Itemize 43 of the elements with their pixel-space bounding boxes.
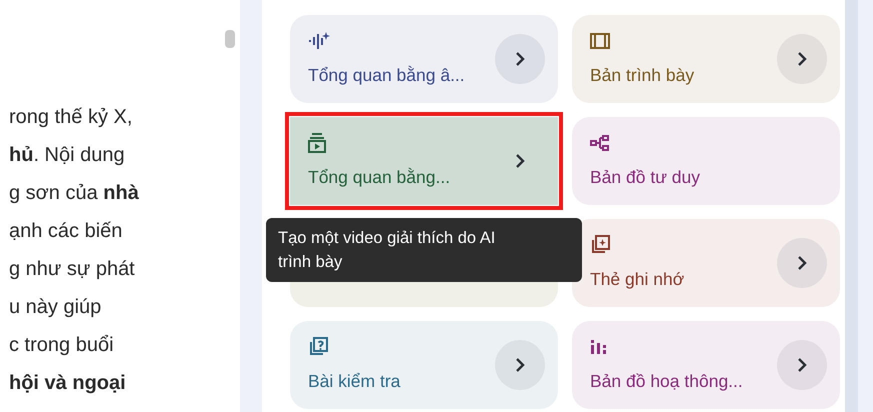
card-label: Tổng quan bằng â... — [308, 65, 465, 86]
video-stack-icon — [308, 133, 326, 153]
flashcards-icon — [590, 235, 610, 255]
document-text-line: hội và ngoại — [9, 371, 126, 396]
document-text-line: u này giúp — [9, 295, 102, 320]
studio-card[interactable]: Bài kiểm tra — [290, 321, 558, 409]
card-label: Tổng quan bằng... — [308, 167, 450, 188]
document-text-line: g như sự phát — [9, 257, 135, 282]
card-label: Bản đồ tư duy — [590, 167, 700, 188]
studio-card[interactable]: Tổng quan bằng â... — [290, 15, 558, 103]
studio-card[interactable]: Thẻ ghi nhớ — [572, 219, 840, 307]
document-text-line: rong thế kỷ X, — [9, 105, 132, 130]
card-label: Thẻ ghi nhớ — [590, 269, 684, 290]
document-text-line: hủ. Nội dung — [9, 143, 125, 168]
chevron-right-icon — [797, 51, 807, 67]
document-text-line: ạnh các biến — [9, 219, 122, 244]
card-label: Bản trình bày — [590, 65, 694, 86]
open-button[interactable] — [495, 340, 545, 390]
mind-map-icon — [590, 135, 610, 151]
tooltip: Tạo một video giải thích do AI trình bày — [266, 218, 582, 282]
slides-icon — [590, 33, 610, 49]
chevron-right-icon — [515, 51, 525, 67]
open-button[interactable] — [777, 238, 827, 288]
chevron-right-icon — [515, 357, 525, 373]
open-button[interactable] — [495, 34, 545, 84]
chevron-right-icon — [515, 153, 525, 169]
quiz-icon — [308, 337, 328, 357]
studio-card[interactable]: Bản trình bày — [572, 15, 840, 103]
card-label: Bài kiểm tra — [308, 371, 400, 392]
waveform-sparkle-icon — [308, 32, 330, 50]
scrollbar-track[interactable] — [845, 0, 858, 412]
open-button[interactable] — [777, 34, 827, 84]
scrollbar-thumb[interactable] — [225, 30, 235, 48]
bar-chart-icon — [590, 339, 608, 355]
card-label: Bản đồ hoạ thông... — [590, 371, 743, 392]
chevron-right-icon — [797, 255, 807, 271]
studio-card[interactable]: Tổng quan bằng... — [290, 117, 558, 205]
document-text-line: g sơn của nhà — [9, 181, 139, 206]
studio-card[interactable]: Bản đồ tư duy — [572, 117, 840, 205]
studio-card[interactable]: Bản đồ hoạ thông... — [572, 321, 840, 409]
chevron-right-icon — [797, 357, 807, 373]
open-button[interactable] — [777, 340, 827, 390]
document-text-line: c trong buổi — [9, 333, 114, 358]
